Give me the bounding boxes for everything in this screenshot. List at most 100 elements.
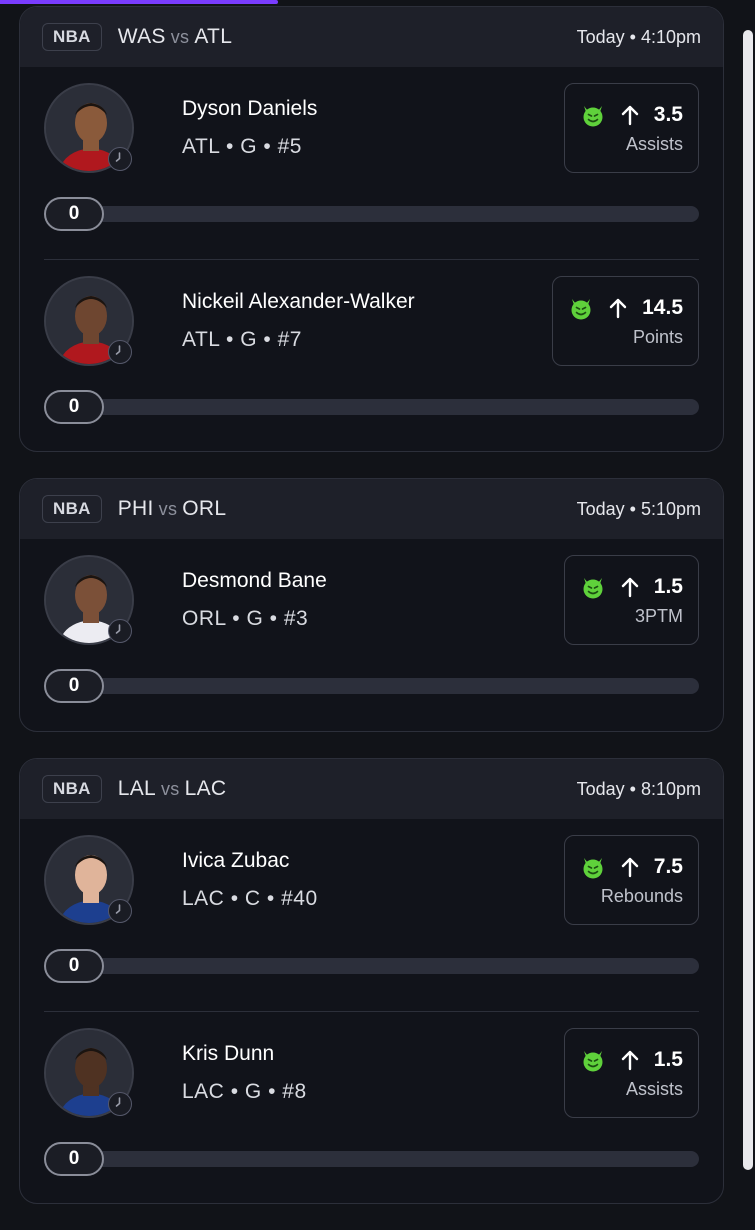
- vs-label: vs: [161, 779, 180, 799]
- game-card: NBA LAL vs LAC Today • 8:10pm Ivica Zubac LA…: [19, 758, 724, 1204]
- game-day: Today: [576, 26, 625, 47]
- arrow-up-icon: [621, 857, 638, 877]
- player-number: #8: [282, 1080, 307, 1103]
- pick-line-box[interactable]: 14.5 Points: [552, 276, 699, 366]
- progress-track: [84, 958, 699, 974]
- line-value: 1.5: [653, 574, 683, 598]
- line-value: 1.5: [653, 1047, 683, 1071]
- stat-label: 3PTM: [634, 605, 683, 626]
- progress-row: 0: [44, 197, 699, 231]
- top-progress-accent: [0, 0, 278, 4]
- game-time: Today • 4:10pm: [576, 26, 701, 47]
- game-start-time: 5:10pm: [640, 498, 701, 519]
- matchup: WAS vs ATL: [118, 25, 232, 49]
- player-team: LAC: [182, 887, 225, 910]
- progress-row: 0: [44, 1142, 699, 1176]
- pick-row[interactable]: Desmond Bane ORL • G • #3 1.5 3PTM 0: [44, 539, 699, 731]
- pick-list: Desmond Bane ORL • G • #3 1.5 3PTM 0: [20, 539, 723, 731]
- league-badge: NBA: [42, 23, 102, 51]
- pick-list: Dyson Daniels ATL • G • #5 3.5 Assists 0…: [20, 67, 723, 451]
- green-devil-icon: [583, 857, 603, 878]
- game-start-time: 4:10pm: [640, 26, 701, 47]
- player-position: G: [240, 135, 258, 158]
- player-meta: ATL • G • #5: [182, 135, 302, 158]
- clock-icon: [108, 899, 132, 923]
- player-position: G: [240, 328, 258, 351]
- game-header[interactable]: NBA WAS vs ATL Today • 4:10pm: [20, 7, 723, 67]
- vs-label: vs: [158, 499, 178, 519]
- game-header[interactable]: NBA PHI vs ORL Today • 5:10pm: [20, 479, 723, 539]
- pick-line-box[interactable]: 1.5 Assists: [563, 1028, 699, 1118]
- stat-label: Assists: [625, 133, 683, 154]
- player-team: ATL: [182, 328, 220, 351]
- green-devil-icon: [583, 105, 603, 126]
- progress-value: 0: [44, 1142, 104, 1176]
- game-card: NBA PHI vs ORL Today • 5:10pm Desmond Bane O…: [19, 478, 724, 732]
- player-team: ORL: [182, 607, 226, 630]
- player-number: #40: [281, 887, 318, 910]
- player-number: #7: [277, 328, 302, 351]
- clock-icon: [108, 147, 132, 171]
- green-devil-icon: [571, 298, 591, 319]
- game-day: Today: [576, 778, 625, 799]
- player-meta: LAC • G • #8: [182, 1080, 307, 1103]
- progress-track: [84, 399, 699, 415]
- player-position: G: [244, 1080, 262, 1103]
- arrow-up-icon: [621, 1050, 638, 1070]
- progress-row: 0: [44, 390, 699, 424]
- game-list: NBA WAS vs ATL Today • 4:10pm Dyson Daniels …: [19, 6, 724, 1230]
- player-name: Desmond Bane: [182, 569, 327, 592]
- arrow-up-icon: [621, 577, 638, 597]
- pick-row[interactable]: Kris Dunn LAC • G • #8 1.5 Assists 0: [44, 1011, 699, 1203]
- home-team: LAL: [117, 777, 156, 800]
- player-name: Kris Dunn: [182, 1042, 275, 1065]
- pick-row[interactable]: Ivica Zubac LAC • C • #40 7.5 Rebounds 0: [44, 819, 699, 1011]
- stat-label: Assists: [625, 1078, 683, 1099]
- line-value: 14.5: [642, 295, 683, 319]
- game-header[interactable]: NBA LAL vs LAC Today • 8:10pm: [20, 759, 723, 819]
- player-meta: ORL • G • #3: [182, 607, 309, 630]
- player-name: Dyson Daniels: [182, 97, 318, 120]
- game-day: Today: [576, 498, 625, 519]
- away-team: ORL: [182, 497, 227, 520]
- progress-value: 0: [44, 669, 104, 703]
- player-meta: ATL • G • #7: [182, 328, 302, 351]
- clock-icon: [108, 1092, 132, 1116]
- progress-track: [84, 1151, 699, 1167]
- arrow-up-icon: [621, 105, 638, 125]
- player-number: #3: [283, 607, 309, 630]
- game-time: Today • 5:10pm: [576, 498, 701, 519]
- progress-value: 0: [44, 390, 104, 424]
- pick-row[interactable]: Dyson Daniels ATL • G • #5 3.5 Assists 0: [44, 67, 699, 259]
- green-devil-icon: [583, 1050, 603, 1071]
- home-team: WAS: [117, 25, 166, 48]
- player-name: Nickeil Alexander-Walker: [182, 290, 415, 313]
- stat-label: Rebounds: [600, 885, 683, 906]
- player-team: LAC: [182, 1080, 225, 1103]
- green-devil-icon: [583, 577, 603, 598]
- progress-value: 0: [44, 197, 104, 231]
- pick-row[interactable]: Nickeil Alexander-Walker ATL • G • #7 14…: [44, 259, 699, 451]
- game-card: NBA WAS vs ATL Today • 4:10pm Dyson Daniels …: [19, 6, 724, 452]
- scrollbar[interactable]: [743, 30, 753, 1170]
- pick-line-box[interactable]: 7.5 Rebounds: [563, 835, 699, 925]
- home-team: PHI: [117, 497, 154, 520]
- player-team: ATL: [182, 135, 220, 158]
- progress-row: 0: [44, 949, 699, 983]
- player-position: C: [244, 887, 261, 910]
- league-badge: NBA: [42, 495, 102, 523]
- clock-icon: [108, 619, 132, 643]
- pick-line-box[interactable]: 3.5 Assists: [563, 83, 699, 173]
- player-number: #5: [277, 135, 302, 158]
- clock-icon: [108, 340, 132, 364]
- pick-line-box[interactable]: 1.5 3PTM: [563, 555, 699, 645]
- vs-label: vs: [170, 27, 190, 47]
- line-value: 3.5: [653, 102, 683, 126]
- game-time: Today • 8:10pm: [576, 778, 701, 799]
- player-position: G: [246, 607, 264, 630]
- stat-label: Points: [632, 326, 683, 347]
- progress-row: 0: [44, 669, 699, 703]
- league-badge: NBA: [42, 775, 102, 803]
- progress-track: [84, 678, 699, 694]
- pick-list: Ivica Zubac LAC • C • #40 7.5 Rebounds 0…: [20, 819, 723, 1203]
